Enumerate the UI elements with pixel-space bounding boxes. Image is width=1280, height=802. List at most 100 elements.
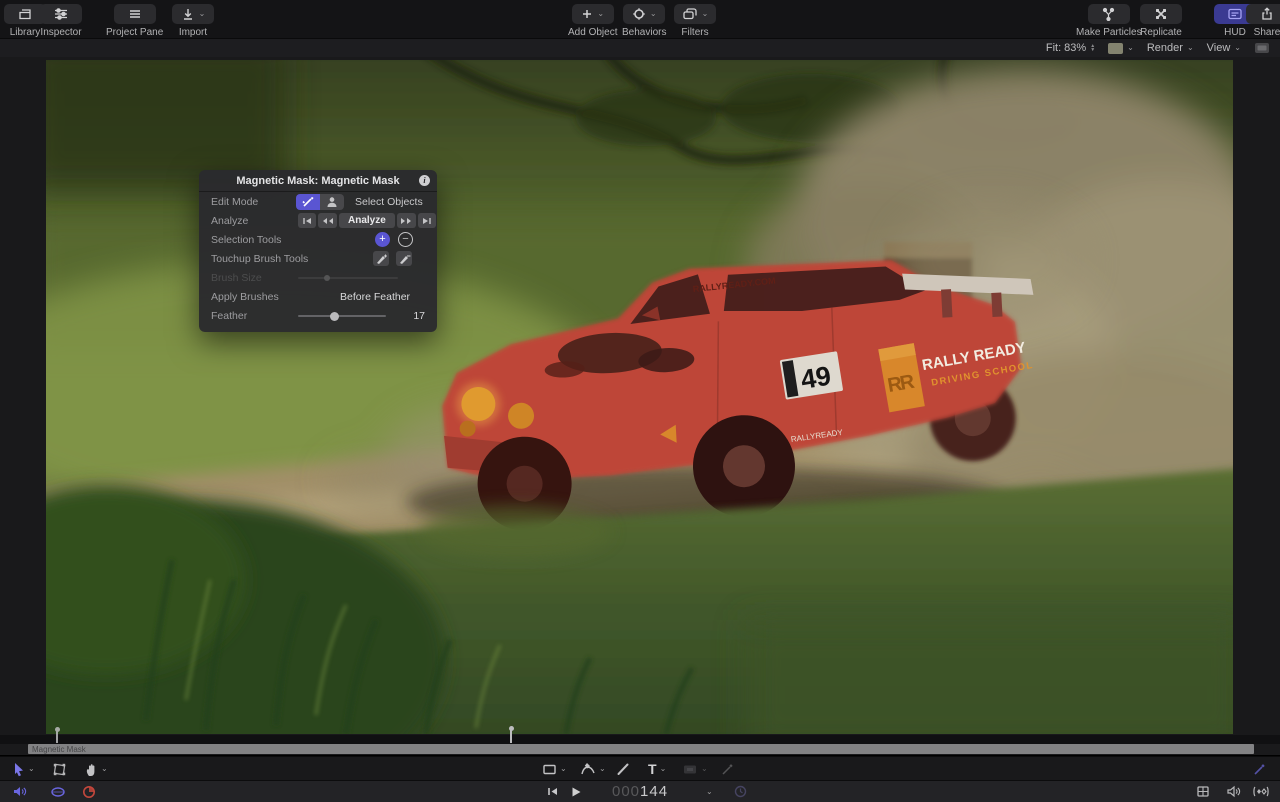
mask-draw-mode-button[interactable] [296,194,320,210]
selection-tools-label: Selection Tools [211,234,281,246]
add-object-button[interactable]: ⌄ Add Object [568,4,617,38]
replicate-button[interactable]: Replicate [1140,4,1182,38]
magnetic-mask-active-icon [1252,763,1266,776]
record-button[interactable] [82,783,96,800]
chevron-down-icon: ⌄ [706,788,713,796]
mask-shape-icon [682,763,698,776]
brush-size-label: Brush Size [211,272,262,284]
chevron-down-icon: ⌄ [1127,44,1134,52]
show-audio-timeline-toggle[interactable] [1226,783,1241,800]
add-touchup-brush-button[interactable] [373,251,389,266]
magnetic-mask-tool[interactable] [720,760,734,778]
share-label: Share [1254,27,1280,38]
layer-bar[interactable]: Magnetic Mask [28,744,1254,754]
apply-brushes-popup[interactable]: Before Feather [340,291,410,303]
chevron-down-icon: ⌄ [101,765,108,773]
add-selection-tool-button[interactable]: + [375,232,390,247]
analyze-to-start-button[interactable] [298,213,316,228]
play-button[interactable] [570,783,582,800]
info-icon[interactable]: i [419,175,430,186]
viewer-canvas[interactable]: 49 RR RALLY READY DRIVING SCHOOL RALLYRE… [46,60,1233,734]
frame-counter-value: 144 [640,783,668,800]
transform-tool[interactable] [52,760,67,778]
brush-size-slider[interactable] [298,277,398,279]
show-timeline-toggle[interactable] [1196,783,1210,800]
analyze-button[interactable]: Analyze [339,213,395,228]
rectangle-tool[interactable]: ⌄ [542,760,567,778]
step-back-icon [546,786,559,797]
bezier-pen-icon [580,762,596,776]
import-icon [181,7,195,21]
text-tool[interactable]: T ⌄ [648,760,666,778]
make-particles-button[interactable]: Make Particles [1076,4,1142,38]
select-tool[interactable]: ⌄ [12,760,35,778]
display-layout-button[interactable] [1254,42,1270,54]
chevron-down-icon: ⌄ [702,10,709,18]
loop-playback-toggle[interactable] [50,783,66,800]
filmstrip-icon [1196,785,1210,798]
feather-slider[interactable] [298,315,386,317]
make-particles-label: Make Particles [1076,27,1142,38]
timing-display-toggle[interactable] [734,783,747,800]
replicate-icon [1154,7,1168,21]
transform-icon [52,762,67,777]
behaviors-button[interactable]: ⌄ Behaviors [622,4,666,38]
project-pane-label: Project Pane [106,27,163,38]
transport-bar: 000144 ⌄ [0,780,1280,802]
analyze-backward-button[interactable] [318,213,337,228]
car-number: 49 [799,361,833,395]
paint-stroke-tool[interactable] [616,760,630,778]
clock-icon [734,785,747,798]
analyze-to-end-button[interactable] [418,213,436,228]
render-menu[interactable]: Render ⌄ [1147,42,1194,54]
channels-control[interactable]: ⌄ [1108,43,1134,54]
layer-bar-label: Magnetic Mask [32,745,86,754]
library-icon [17,7,33,21]
select-objects-mode-button[interactable] [320,194,344,210]
zoom-level-control[interactable]: Fit: 83% ▲▼ [1046,42,1095,54]
make-particles-icon [1101,7,1116,21]
magnetic-mask-hud[interactable]: Magnetic Mask: Magnetic Mask i Edit Mode… [199,170,437,332]
library-label: Library [10,27,41,38]
hand-icon [84,762,98,777]
tools-toolbar: ⌄ ⌄ ⌄ ⌄ T ⌄ ⌄ [0,756,1280,781]
mini-timeline-strip[interactable] [0,735,1280,744]
top-toolbar: Library Inspector Project Pane ⌄ Import … [0,0,1280,38]
loop-icon [50,786,66,798]
hud-icon [1227,7,1243,21]
analyze-controls: Analyze [298,213,436,228]
frame-counter[interactable]: 000144 [612,783,668,800]
hud-title-bar[interactable]: Magnetic Mask: Magnetic Mask i [199,170,437,192]
previous-frame-button[interactable] [546,783,559,800]
playhead-pin[interactable] [510,730,512,743]
analyze-label: Analyze [211,215,248,227]
inspector-icon [53,7,69,21]
audio-timeline-speaker-icon [1226,785,1241,798]
chevron-down-icon: ⌄ [560,765,567,773]
analyze-forward-button[interactable] [397,213,416,228]
share-button[interactable]: Share [1246,4,1280,38]
filters-label: Filters [681,27,708,38]
audio-toggle[interactable] [12,783,27,800]
import-button[interactable]: ⌄ Import [172,4,214,38]
apply-brushes-label: Apply Brushes [211,291,279,303]
hud-label: HUD [1224,27,1246,38]
brush-plus-icon [375,253,388,265]
bezier-tool[interactable]: ⌄ [580,760,606,778]
pan-tool[interactable]: ⌄ [84,760,108,778]
frame-display-menu[interactable]: ⌄ [706,783,713,800]
inspector-button[interactable]: Inspector [40,4,82,38]
active-mask-tool-indicator[interactable] [1252,760,1266,778]
hud-row-feather: Feather 17 [199,306,437,325]
timeline-marker[interactable] [56,731,58,743]
view-menu[interactable]: View ⌄ [1207,42,1241,54]
edit-mode-label: Edit Mode [211,196,258,208]
filters-button[interactable]: ⌄ Filters [674,4,716,38]
subtract-touchup-brush-button[interactable] [396,251,412,266]
zoom-level-value: Fit: 83% [1046,42,1086,54]
subtract-selection-tool-button[interactable]: − [398,232,413,247]
feather-value: 17 [413,310,425,322]
show-keyframes-toggle[interactable] [1252,783,1270,800]
mask-shape-tool[interactable]: ⌄ [682,760,708,778]
project-pane-button[interactable]: Project Pane [106,4,163,38]
